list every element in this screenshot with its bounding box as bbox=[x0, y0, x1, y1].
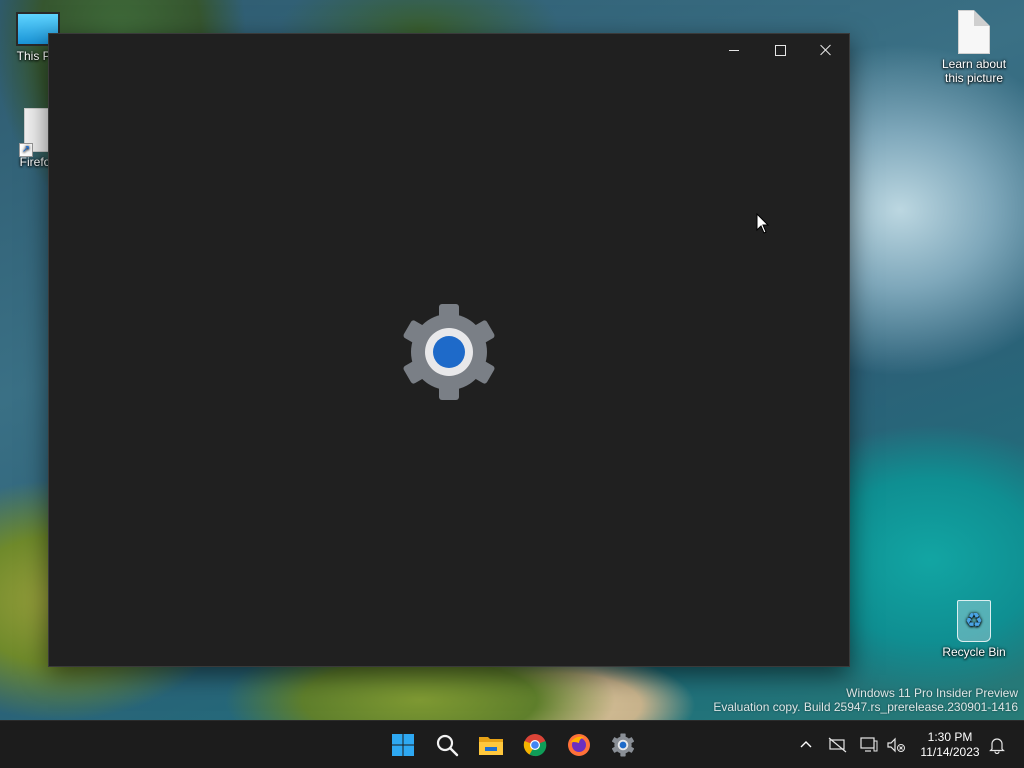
desktop-icon-label: Recycle Bin bbox=[942, 645, 1006, 659]
close-button[interactable] bbox=[803, 34, 849, 66]
tray-clock[interactable]: 1:30 PM 11/14/2023 bbox=[912, 730, 988, 760]
show-hidden-icons-icon bbox=[800, 741, 812, 748]
taskbar-firefox[interactable] bbox=[563, 729, 595, 761]
shortcut-arrow-icon: ↗ bbox=[19, 143, 33, 157]
tray-volume[interactable] bbox=[884, 733, 908, 757]
clock-date: 11/14/2023 bbox=[920, 745, 980, 759]
taskbar-file-explorer[interactable] bbox=[475, 729, 507, 761]
display-icon bbox=[860, 737, 878, 752]
desktop-icon-learn-about-picture[interactable]: Learn about this picture bbox=[936, 10, 1012, 85]
show-hidden-icons-button[interactable] bbox=[794, 733, 818, 757]
clock-time: 1:30 PM bbox=[927, 730, 973, 744]
search-icon bbox=[436, 734, 459, 757]
desktop: This PC ↗ Firefox Learn about this pictu… bbox=[0, 0, 1024, 768]
minimize-button[interactable] bbox=[711, 34, 757, 66]
recycle-bin-icon: ♻ bbox=[957, 600, 991, 642]
firefox-icon bbox=[568, 734, 590, 756]
windows-start-icon bbox=[392, 734, 414, 756]
tray-network[interactable] bbox=[826, 733, 850, 757]
settings-icon bbox=[611, 733, 635, 757]
maximize-icon bbox=[774, 44, 786, 56]
chrome-icon bbox=[523, 734, 547, 757]
taskbar-settings[interactable] bbox=[607, 729, 639, 761]
settings-gear-icon bbox=[403, 304, 495, 400]
tray-display[interactable] bbox=[857, 733, 881, 757]
maximize-button[interactable] bbox=[757, 34, 803, 66]
network-disconnected-icon bbox=[828, 737, 847, 753]
file-explorer-icon bbox=[479, 737, 503, 755]
mouse-cursor-icon bbox=[756, 213, 770, 234]
notification-bell-icon bbox=[989, 738, 1005, 754]
volume-muted-icon bbox=[887, 737, 905, 753]
close-icon bbox=[820, 44, 832, 56]
watermark-build: Evaluation copy. Build 25947.rs_prerelea… bbox=[713, 700, 1018, 714]
taskbar-search-button[interactable] bbox=[431, 729, 463, 761]
minimize-icon bbox=[729, 49, 739, 51]
document-icon bbox=[958, 10, 990, 54]
tray-notifications[interactable] bbox=[985, 733, 1009, 757]
windows-watermark: Windows 11 Pro Insider Preview Evaluatio… bbox=[713, 686, 1018, 714]
watermark-edition: Windows 11 Pro Insider Preview bbox=[846, 686, 1018, 700]
taskbar: 1:30 PM 11/14/2023 bbox=[0, 720, 1024, 768]
settings-window[interactable] bbox=[48, 33, 850, 667]
taskbar-chrome[interactable] bbox=[519, 729, 551, 761]
taskbar-start-button[interactable] bbox=[387, 729, 419, 761]
desktop-icon-label: Learn about this picture bbox=[941, 57, 1007, 85]
desktop-icon-recycle-bin[interactable]: ♻ Recycle Bin bbox=[936, 600, 1012, 659]
